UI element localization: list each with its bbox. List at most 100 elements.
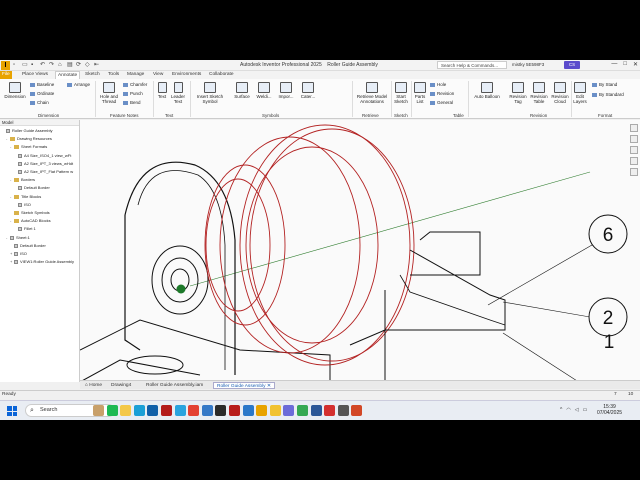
outlook-icon[interactable] bbox=[147, 405, 159, 416]
assembly-iam-tab[interactable]: Roller Guide Assembly.iam bbox=[143, 382, 206, 389]
widget-icon[interactable] bbox=[93, 405, 104, 416]
zoom-icon[interactable] bbox=[630, 135, 638, 143]
account-badge[interactable]: CS bbox=[564, 61, 580, 69]
leader-text-button[interactable]: Leader Text bbox=[170, 82, 186, 104]
browser-node[interactable]: - Borders bbox=[10, 177, 35, 183]
revision-tag-button[interactable]: Revision Tag bbox=[508, 82, 528, 104]
chain-button[interactable]: Chain bbox=[30, 100, 49, 105]
explorer-icon[interactable] bbox=[120, 405, 132, 416]
parts-list-button[interactable]: Parts List bbox=[413, 82, 427, 104]
chrome-icon[interactable] bbox=[188, 405, 200, 416]
update-icon[interactable]: ⟳ bbox=[76, 62, 82, 68]
general-table-button[interactable]: General bbox=[430, 100, 453, 105]
tab-sketch[interactable]: Sketch bbox=[83, 71, 102, 79]
tab-view[interactable]: View bbox=[151, 71, 165, 79]
store-icon[interactable] bbox=[161, 405, 172, 416]
inventor-logo-icon[interactable]: I bbox=[1, 61, 10, 70]
caterpillar-button[interactable]: Cater... bbox=[298, 82, 318, 99]
clock[interactable]: 15:39 07/04/2025 bbox=[597, 404, 622, 416]
chevron-up-icon[interactable]: ^ bbox=[560, 407, 562, 413]
acrobat-icon[interactable] bbox=[324, 405, 336, 416]
photos-icon[interactable] bbox=[201, 405, 213, 416]
home-tab[interactable]: ⌂ Home bbox=[82, 382, 105, 389]
browser-node[interactable]: Default Border bbox=[14, 185, 50, 191]
browser-node[interactable]: + VIEW1:Roller Guide Assembly bbox=[10, 259, 74, 265]
style-select[interactable]: By Stand bbox=[592, 82, 617, 87]
select-icon[interactable]: ◇ bbox=[85, 62, 91, 68]
hole-thread-button[interactable]: Hole and Thread bbox=[98, 82, 120, 104]
browser-node[interactable]: A4 Size_ISO4_1 view_wFt bbox=[14, 153, 71, 159]
browser-node[interactable]: Roller Guide Assembly bbox=[2, 128, 52, 134]
retrieve-model-annotations-button[interactable]: Retrieve Model Annotations bbox=[354, 82, 390, 104]
hole-table-button[interactable]: Hole bbox=[430, 82, 446, 87]
browser-node[interactable]: - Drawing Resources bbox=[6, 136, 52, 142]
browser-node[interactable]: ISO bbox=[14, 202, 31, 208]
windows-start-icon[interactable] bbox=[7, 406, 17, 416]
browser-node[interactable]: + ISO bbox=[10, 251, 27, 257]
tab-place-views[interactable]: Place Views bbox=[20, 71, 50, 79]
tab-manage[interactable]: Manage bbox=[125, 71, 146, 79]
browser-node[interactable]: A2 Size_IPT_Flat Pattern w bbox=[14, 169, 73, 175]
arrange-button[interactable]: Arrange bbox=[67, 82, 90, 87]
close-tab-icon[interactable]: ✕ bbox=[267, 384, 271, 389]
wifi-icon[interactable]: ◠ bbox=[566, 407, 570, 413]
help-search-input[interactable]: Search Help & Commands... bbox=[437, 61, 507, 69]
edge-icon[interactable] bbox=[133, 405, 145, 416]
snip-icon[interactable] bbox=[283, 405, 295, 416]
active-drawing-tab[interactable]: Roller Guide Assembly ✕ bbox=[213, 382, 275, 389]
browser-node[interactable]: - Sheet Formats bbox=[10, 144, 47, 150]
welding-button[interactable]: Weldi... bbox=[254, 82, 274, 99]
word-icon[interactable] bbox=[310, 405, 322, 416]
app-icon[interactable] bbox=[215, 405, 227, 416]
browser-node[interactable]: - Title Blocks bbox=[10, 194, 41, 200]
new-icon[interactable]: ▫ bbox=[13, 62, 19, 68]
browser-node[interactable]: Sketch Symbols bbox=[10, 210, 50, 216]
auto-balloon-button[interactable]: Auto Balloon bbox=[470, 82, 504, 99]
browser-node[interactable]: Fillet 1 bbox=[14, 226, 36, 232]
browser-node[interactable]: - AutoCAD Blocks bbox=[10, 218, 51, 224]
spotify-icon[interactable] bbox=[106, 405, 118, 416]
browser-node[interactable]: - Sheet:1 bbox=[6, 235, 30, 241]
tab-collaborate[interactable]: Collaborate bbox=[207, 71, 236, 79]
tab-file[interactable]: File bbox=[0, 71, 12, 79]
tab-annotate[interactable]: Annotate bbox=[55, 71, 81, 79]
punch-button[interactable]: Punch bbox=[123, 91, 143, 96]
revision-table-big-button[interactable]: Revision Table bbox=[529, 82, 549, 104]
open-icon[interactable]: ▭ bbox=[22, 62, 28, 68]
user-account[interactable]: mistky 5E598F3 bbox=[512, 62, 544, 67]
maximize-icon[interactable]: □ bbox=[623, 61, 627, 68]
revision-cloud-button[interactable]: Revision Cloud bbox=[550, 82, 570, 104]
zoom-all-icon[interactable] bbox=[630, 146, 638, 154]
box-icon[interactable] bbox=[242, 405, 254, 416]
browser-node[interactable]: A2 Size_IPT_3 views_wHdt bbox=[14, 161, 73, 167]
layer-select[interactable]: By Standard bbox=[592, 92, 624, 97]
drawing-canvas[interactable]: 6 2 bbox=[80, 120, 640, 382]
volume-icon[interactable]: ◁ bbox=[575, 407, 579, 413]
insert-sketch-symbol-button[interactable]: Insert Sketch Symbol bbox=[193, 82, 227, 104]
redo-icon[interactable]: ↷ bbox=[49, 62, 55, 68]
folder-icon[interactable] bbox=[269, 405, 281, 416]
save-icon[interactable]: ▪ bbox=[31, 62, 37, 68]
tab-tools[interactable]: Tools bbox=[106, 71, 121, 79]
import-button[interactable]: Impor... bbox=[276, 82, 296, 99]
drawing4-tab[interactable]: Drawing4 bbox=[108, 382, 134, 389]
ordinate-button[interactable]: Ordinate bbox=[30, 91, 54, 96]
pan-icon[interactable] bbox=[630, 124, 638, 132]
minimize-icon[interactable]: — bbox=[611, 61, 617, 68]
printer-icon[interactable] bbox=[337, 405, 349, 416]
telegram-icon[interactable] bbox=[174, 405, 186, 416]
measure-icon[interactable]: ⇤ bbox=[94, 62, 100, 68]
game-icon[interactable] bbox=[229, 405, 240, 416]
inventor-icon[interactable] bbox=[256, 405, 268, 416]
chrome2-icon[interactable] bbox=[297, 405, 308, 416]
tab-environments[interactable]: Environments bbox=[170, 71, 203, 79]
start-sketch-button[interactable]: Start Sketch bbox=[393, 82, 409, 104]
print-icon[interactable]: ▤ bbox=[67, 62, 73, 68]
undo-icon[interactable]: ↶ bbox=[40, 62, 46, 68]
dimension-button[interactable]: Dimension bbox=[2, 82, 28, 99]
look-at-icon[interactable] bbox=[630, 168, 638, 176]
battery-icon[interactable]: ▭ bbox=[583, 407, 588, 413]
surface-button[interactable]: Surface bbox=[232, 82, 252, 99]
close-icon[interactable]: ✕ bbox=[633, 61, 638, 68]
baseline-button[interactable]: Baseline bbox=[30, 82, 54, 87]
